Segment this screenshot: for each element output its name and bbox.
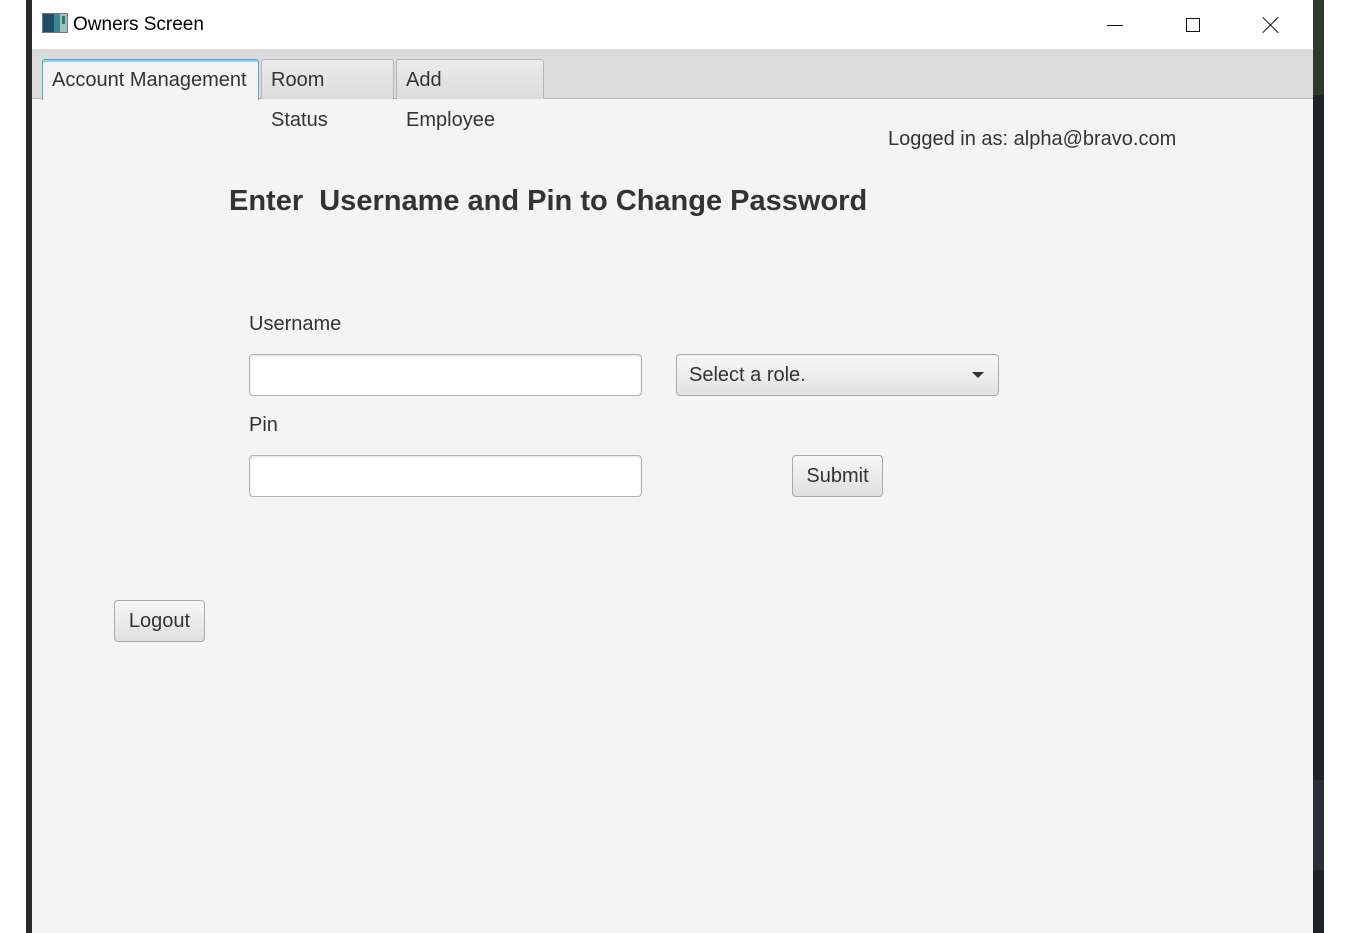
- username-input[interactable]: [249, 354, 642, 396]
- desktop-background-left: [0, 0, 28, 933]
- pin-label: Pin: [249, 414, 278, 436]
- username-label: Username: [249, 313, 342, 335]
- submit-button[interactable]: Submit: [792, 455, 883, 497]
- role-select[interactable]: Select a role.: [676, 354, 999, 396]
- minimize-icon: [1107, 25, 1123, 26]
- minimize-button[interactable]: [1076, 0, 1154, 49]
- logged-in-status: Logged in as: alpha@bravo.com: [888, 128, 1177, 150]
- maximize-icon: [1186, 17, 1200, 32]
- title-bar[interactable]: Owners Screen: [32, 0, 1313, 49]
- app-icon: [42, 13, 68, 33]
- close-icon: [1262, 16, 1280, 34]
- tab-room-status[interactable]: Room Status: [261, 59, 394, 131]
- maximize-button[interactable]: [1154, 0, 1232, 49]
- pin-input[interactable]: [249, 455, 642, 497]
- close-button[interactable]: [1232, 0, 1310, 49]
- tab-account-management[interactable]: Account Management: [42, 59, 259, 100]
- desktop-background-app-strip: [1313, 0, 1324, 933]
- window-title: Owners Screen: [73, 14, 204, 35]
- tab-header: Account Management Room Status Add Emplo…: [32, 49, 1313, 131]
- role-select-value: Select a role.: [689, 364, 806, 386]
- owners-screen-window: Owners Screen Account Management Room St…: [32, 0, 1313, 933]
- dropdown-arrow-icon: [972, 372, 984, 378]
- page-heading: Enter Username and Pin to Change Passwor…: [229, 185, 868, 217]
- tab-add-employee[interactable]: Add Employee: [396, 59, 544, 131]
- logout-button[interactable]: Logout: [114, 600, 205, 642]
